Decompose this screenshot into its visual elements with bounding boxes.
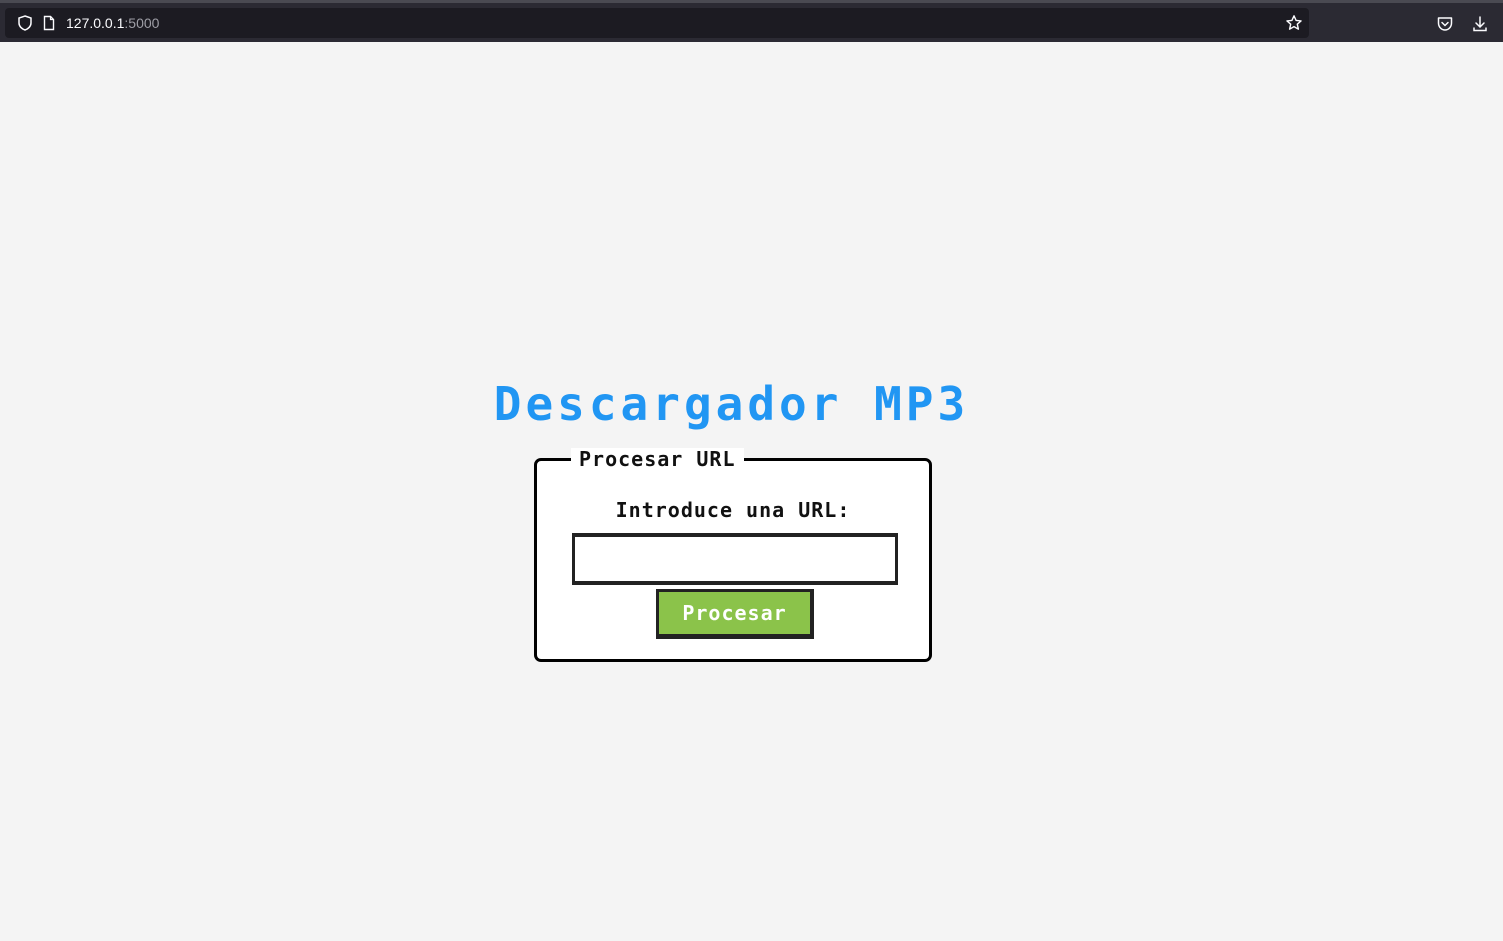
pocket-icon[interactable] bbox=[1436, 15, 1454, 33]
url-prompt-label: Introduce una URL: bbox=[615, 498, 851, 522]
page-title: Descargador MP3 bbox=[493, 377, 970, 431]
process-button[interactable]: Procesar bbox=[656, 589, 814, 639]
form-legend: Procesar URL bbox=[571, 448, 744, 470]
page-content: Descargador MP3 Procesar URL Introduce u… bbox=[0, 42, 1503, 941]
url-form: Procesar URL Introduce una URL: Procesar bbox=[534, 448, 932, 662]
address-bar[interactable]: 127.0.0.1:5000 bbox=[5, 8, 1309, 38]
url-port: :5000 bbox=[124, 15, 160, 31]
star-icon[interactable] bbox=[1285, 14, 1303, 32]
url-text[interactable]: 127.0.0.1:5000 bbox=[66, 15, 159, 31]
page-icon bbox=[43, 15, 55, 31]
shield-icon[interactable] bbox=[17, 15, 33, 31]
download-icon[interactable] bbox=[1471, 15, 1489, 33]
browser-toolbar: 127.0.0.1:5000 bbox=[0, 0, 1503, 42]
url-host: 127.0.0.1 bbox=[66, 15, 125, 31]
url-input[interactable] bbox=[572, 533, 898, 585]
